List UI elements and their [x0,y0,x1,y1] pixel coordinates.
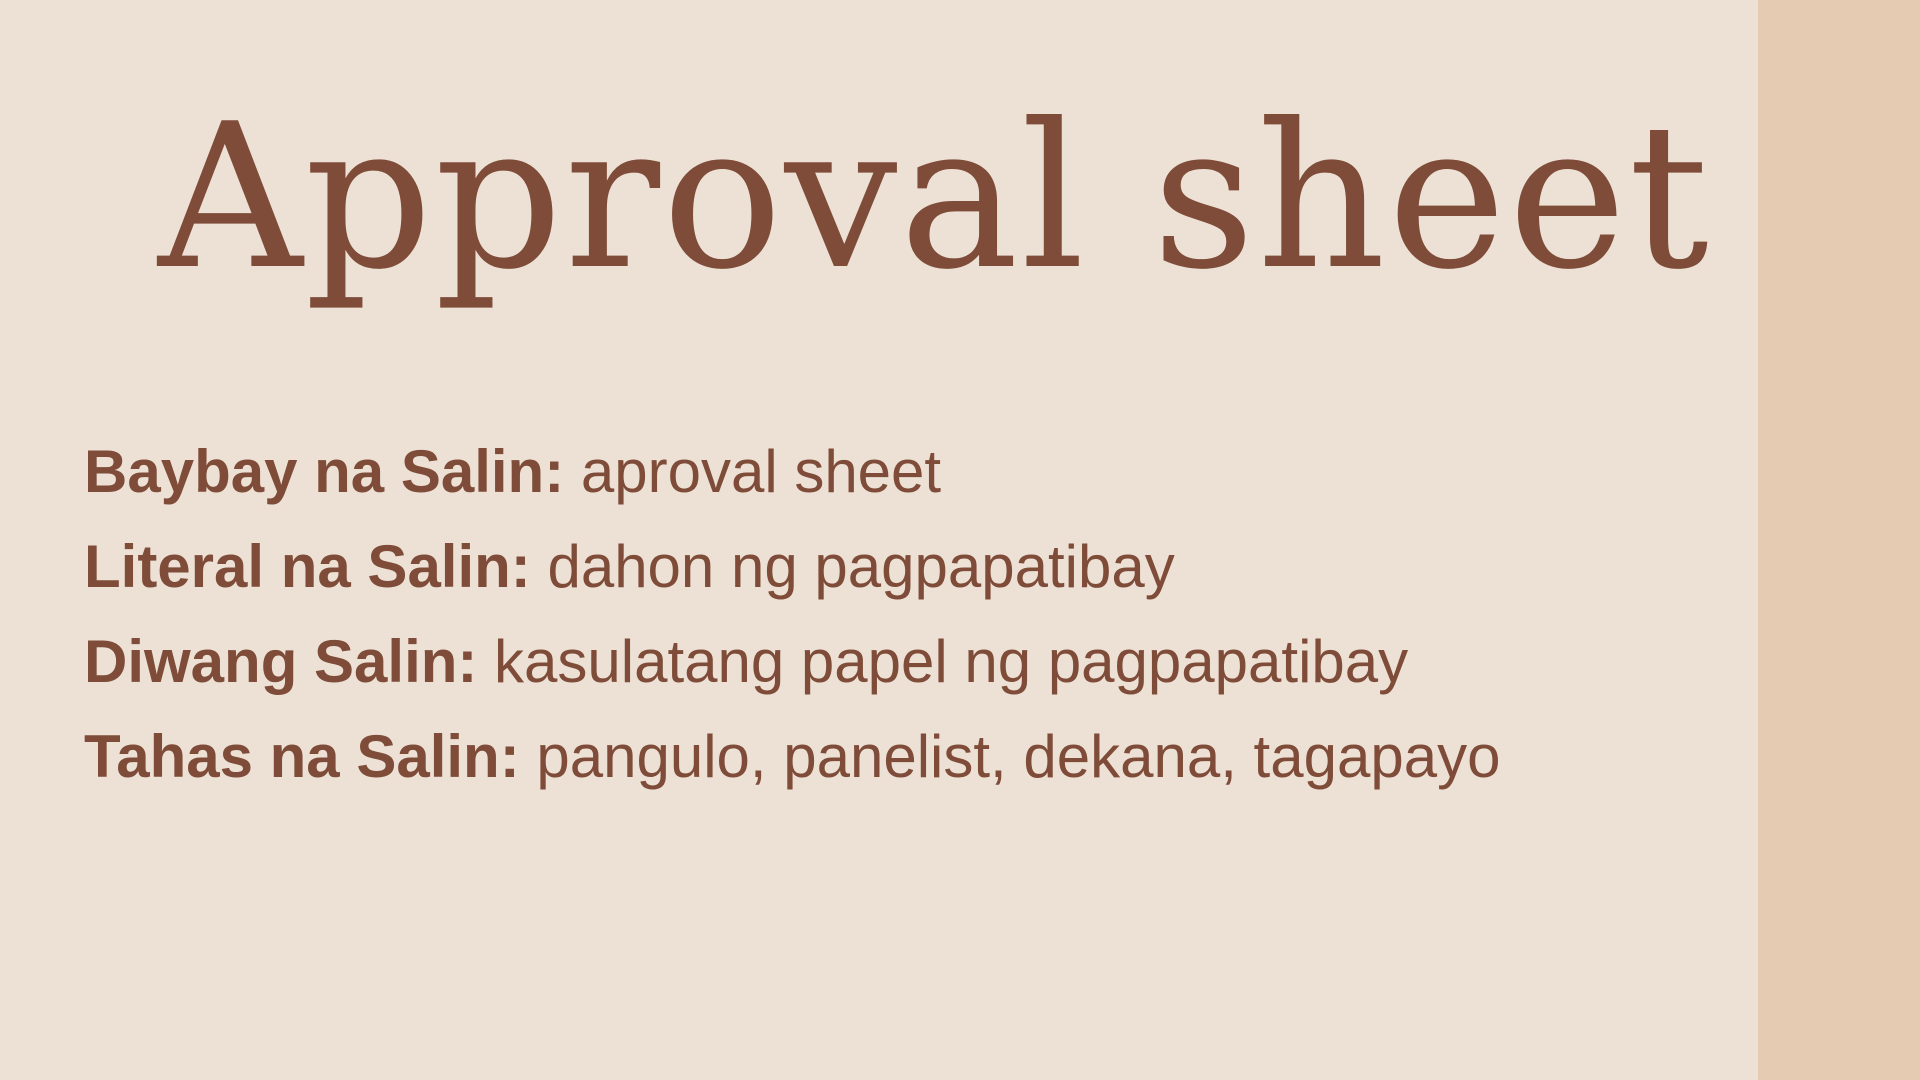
translation-row-baybay: Baybay na Salin: aproval sheet [84,432,1724,527]
translation-row-tahas: Tahas na Salin: pangulo, panelist, dekan… [84,717,1724,812]
term-label: Baybay na Salin: [84,438,581,505]
translation-row-diwang: Diwang Salin: kasulatang papel ng pagpap… [84,622,1724,717]
term-label: Diwang Salin: [84,628,495,695]
term-value: dahon ng pagpapatibay [547,533,1175,600]
term-label: Tahas na Salin: [84,723,537,790]
slide-title: Approval sheet [158,81,1711,314]
term-label: Literal na Salin: [84,533,548,600]
term-value: kasulatang papel ng pagpapatibay [494,628,1409,695]
slide-canvas: Approval sheet Baybay na Salin: aproval … [0,0,1758,1080]
term-value: pangulo, panelist, dekana, tagapayo [536,723,1501,790]
translation-row-literal: Literal na Salin: dahon ng pagpapatibay [84,527,1724,622]
translation-list: Baybay na Salin: aproval sheet Literal n… [84,432,1724,812]
decorative-side-band [1758,0,1920,1080]
term-value: aproval sheet [580,438,942,505]
